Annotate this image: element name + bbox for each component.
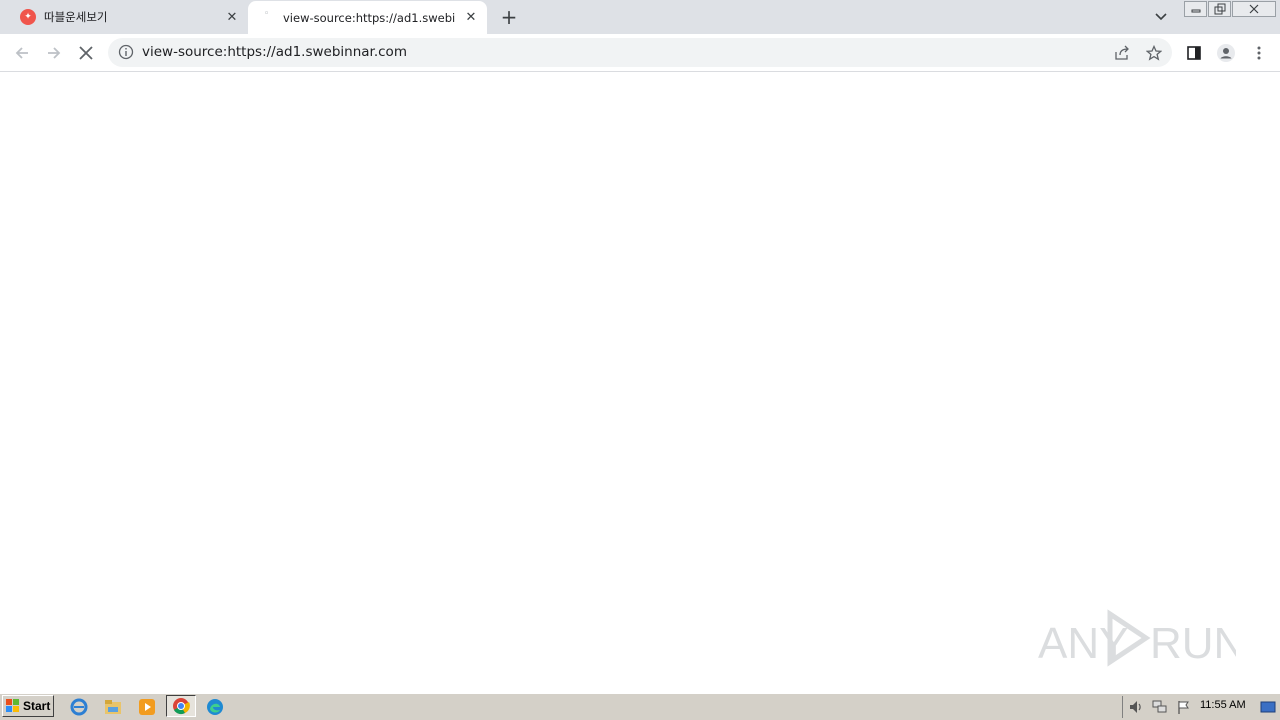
chrome-taskbar-button[interactable] bbox=[166, 695, 196, 717]
edge-icon[interactable] bbox=[205, 697, 225, 717]
stop-loading-icon[interactable] bbox=[75, 42, 97, 64]
volume-icon[interactable] bbox=[1128, 699, 1144, 715]
tab-fortune[interactable]: ✦ 따블운세보기 ✕ bbox=[8, 0, 246, 34]
internet-explorer-icon[interactable] bbox=[69, 697, 89, 717]
back-arrow-icon[interactable] bbox=[11, 42, 33, 64]
show-desktop-icon[interactable] bbox=[1260, 699, 1276, 715]
close-tab-icon[interactable]: ✕ bbox=[463, 10, 479, 26]
svg-text:RUN: RUN bbox=[1150, 619, 1236, 668]
start-label: Start bbox=[23, 699, 51, 713]
tab-search-chevron-down-icon[interactable] bbox=[1152, 9, 1170, 25]
start-button[interactable]: Start bbox=[2, 695, 54, 717]
action-center-flag-icon[interactable] bbox=[1176, 699, 1192, 715]
restore-button[interactable] bbox=[1208, 1, 1231, 17]
bookmark-star-icon[interactable] bbox=[1143, 42, 1165, 64]
share-icon[interactable] bbox=[1111, 42, 1133, 64]
tray-separator bbox=[1122, 696, 1123, 718]
chrome-icon bbox=[173, 698, 190, 715]
forward-arrow-icon[interactable] bbox=[43, 42, 65, 64]
minimize-button[interactable] bbox=[1184, 1, 1207, 17]
loading-favicon-icon: ◦ bbox=[264, 9, 270, 19]
tab-title: 따블운세보기 bbox=[44, 10, 108, 24]
tab-title: view-source:https://ad1.swebinnar. bbox=[283, 10, 455, 25]
side-panel-icon[interactable] bbox=[1183, 42, 1205, 64]
windows-logo-icon bbox=[6, 699, 20, 713]
system-clock[interactable]: 11:55 AM bbox=[1200, 699, 1246, 711]
tab-view-source[interactable]: ◦ view-source:https://ad1.swebinnar. ✕ bbox=[248, 1, 487, 34]
close-window-button[interactable] bbox=[1232, 1, 1276, 17]
menu-kebab-icon[interactable] bbox=[1248, 42, 1270, 64]
network-icon[interactable] bbox=[1152, 699, 1168, 715]
media-player-icon[interactable] bbox=[137, 697, 157, 717]
info-icon[interactable] bbox=[118, 44, 134, 60]
url-text[interactable]: view-source:https://ad1.swebinnar.com bbox=[142, 44, 407, 60]
file-explorer-icon[interactable] bbox=[103, 697, 123, 717]
fortune-favicon-icon: ✦ bbox=[20, 9, 36, 25]
new-tab-button[interactable]: + bbox=[500, 5, 518, 29]
page-content bbox=[0, 72, 1280, 692]
profile-avatar-icon[interactable] bbox=[1215, 42, 1237, 64]
close-tab-icon[interactable]: ✕ bbox=[224, 9, 240, 25]
anyrun-watermark-logo: ANY RUN bbox=[1036, 606, 1245, 670]
